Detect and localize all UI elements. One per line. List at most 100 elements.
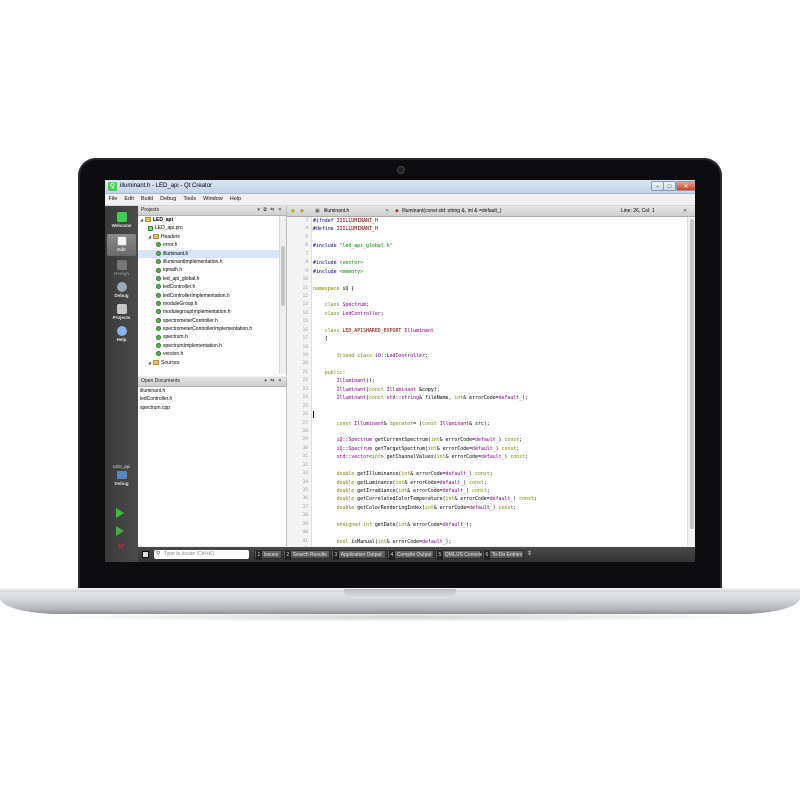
code-area[interactable]: #ifndef IQILLUMINANT_H #define IQILLUMINA… [313,217,685,562]
tree-item-file[interactable]: modulegroupImplementation.h [138,308,286,316]
code-line[interactable] [313,360,685,368]
code-line[interactable]: double getColorRenderingIndex(int& error… [313,504,685,512]
menu-debug[interactable]: Debug [157,194,180,205]
mode-debug[interactable]: Debug [107,280,136,302]
tree-item-file[interactable]: error.h [138,241,286,249]
more-tabs-icon[interactable]: ⇕ [527,550,532,557]
tree-item-folder[interactable]: ◢ Sources [138,359,286,367]
code-line[interactable]: iQ::Spectrum getTargetSpectrum(int& erro… [313,445,685,453]
output-tab-application-output[interactable]: 3 Application Output [331,550,386,560]
menu-window[interactable]: Window [200,194,227,205]
split-close-icon[interactable]: ✕ [683,206,687,216]
projects-pane-title[interactable]: Projects [141,207,159,213]
tree-item-file[interactable]: spectrum.h [138,333,286,341]
maximize-button[interactable]: □ [663,181,676,191]
tree-item-file[interactable]: ledController.h [138,283,286,291]
editor-scrollbar[interactable] [687,217,695,546]
cursor-position[interactable]: Line: 26, Col: 1 [621,206,655,216]
code-line[interactable] [313,293,685,301]
code-line[interactable]: const Illuminant& operator= (const Illum… [313,420,685,428]
code-line[interactable]: std::vector<int> getChannelValues(int& e… [313,453,685,461]
open-document-item[interactable]: spectrum.cpp [138,404,286,412]
output-tab-qml-console[interactable]: 5 QML/JS Console [435,550,483,560]
code-line[interactable]: { [313,335,685,343]
tree-item-file[interactable]: moduleGroup.h [138,300,286,308]
code-line[interactable]: friend class iQ::LedController; [313,352,685,360]
output-tab-compile-output[interactable]: 4 Compile Output [387,550,434,560]
output-tab-todo-entries[interactable]: 6 To-Do Entries [482,550,524,560]
toggle-sidebar-icon[interactable] [142,551,149,558]
code-line[interactable]: #ifndef IQILLUMINANT_H [313,217,685,225]
tree-item-file[interactable]: spectrometerController.h [138,317,286,325]
nav-back-icon[interactable]: ◆ [291,206,295,216]
build-hammer-icon[interactable]: ⚒ [117,543,124,551]
tree-scroll-thumb[interactable] [281,246,285,306]
code-line[interactable]: class LedController; [313,310,685,318]
menu-build[interactable]: Build [137,194,156,205]
locator-input[interactable]: ⚲ Type to locate (Ctrl+K) [154,550,249,559]
code-line[interactable]: double getIlluminance(int& errorCode=def… [313,470,685,478]
code-line[interactable]: double getIrradiance(int& errorCode=defa… [313,487,685,495]
tree-item-file[interactable]: illuminantImplementation.h [138,258,286,266]
code-line[interactable]: double getLuminance(int& errorCode=defau… [313,479,685,487]
code-line[interactable]: #include <vector> [313,259,685,267]
code-line[interactable] [313,276,685,284]
current-file-combo[interactable]: illuminant.h [324,206,349,216]
editor-scroll-thumb[interactable] [689,219,694,529]
tree-item-folder[interactable]: ◢ Headers [138,233,286,241]
code-line[interactable]: iQ::Spectrum getCurrentSpectrum(int& err… [313,436,685,444]
run-icon[interactable] [116,508,124,518]
code-line[interactable] [313,318,685,326]
menu-file[interactable]: File [105,194,121,205]
pane-toolbar-icons[interactable]: ▾ ⇆ ✕ [264,377,283,386]
code-line[interactable] [313,234,685,242]
code-line[interactable]: class LED_APISHARED_EXPORT Illuminant [313,327,685,335]
code-line[interactable]: Illuminant(const Illuminant &copy); [313,386,685,394]
tree-item-file[interactable]: led_api_global.h [138,275,286,283]
tree-scrollbar[interactable] [279,216,286,374]
code-line[interactable]: #define IQILLUMINANT_H [313,225,685,233]
tree-item-file[interactable]: spectrometerControllerImplementation.h [138,325,286,333]
code-line[interactable] [313,411,685,419]
open-documents-title[interactable]: Open Documents [141,378,180,384]
pane-toolbar-icons[interactable]: ▾ ⧉ ⇆ ✕ [257,206,283,215]
close-document-icon[interactable]: ✕ [385,206,389,216]
code-line[interactable]: class Spectrum; [313,301,685,309]
code-line[interactable] [313,344,685,352]
output-tab-issues[interactable]: 1 Issues [254,550,282,560]
tree-item-file[interactable]: version.h [138,350,286,358]
tree-item-pro[interactable]: LED_api.pro [138,224,286,232]
tree-item-file[interactable]: spectrumImplementation.h [138,342,286,350]
kit-selector[interactable]: LED_api Debug [107,464,136,486]
code-line[interactable] [313,462,685,470]
close-button[interactable]: ✕ [676,181,695,191]
code-line[interactable]: public: [313,369,685,377]
code-line[interactable]: Illuminant(); [313,377,685,385]
code-line[interactable]: #include "led_api_global.h" [313,242,685,250]
menu-tools[interactable]: Tools [180,194,200,205]
output-tab-search-results[interactable]: 2 Search Results [283,550,330,560]
nav-forward-icon[interactable]: ◆ [300,206,304,216]
code-line[interactable]: Illuminant(const std::string& fileName, … [313,394,685,402]
code-line[interactable]: #include <memory> [313,268,685,276]
tree-item-file[interactable]: iqmath.h [138,266,286,274]
menu-help[interactable]: Help [226,194,244,205]
code-line[interactable] [313,251,685,259]
tree-item-file[interactable]: illuminant.h [138,249,286,258]
code-line[interactable] [313,428,685,436]
open-document-item[interactable]: ledController.h [138,395,286,403]
mode-design[interactable]: Design [107,258,136,280]
code-line[interactable]: bool isManual(int& errorCode=default_); [313,538,685,546]
code-line[interactable]: double getCorrelatedColorTemperature(int… [313,495,685,503]
mode-projects[interactable]: Projects [107,302,136,324]
code-editor[interactable]: 3 4 5 6 7 8 9 10 11 12 13 14 15 16 17 18 19 20 21 22 23 24 25 2… [287,217,695,562]
mode-edit[interactable]: Edit [107,234,136,256]
tree-item-file[interactable]: ledControllerImplementation.h [138,292,286,300]
code-line[interactable] [313,403,685,411]
code-line[interactable] [313,529,685,537]
code-line[interactable]: unsigned int getDate(int& errorCode=defa… [313,521,685,529]
code-line[interactable]: namespace iQ { [313,285,685,293]
start-debugging-icon[interactable] [116,526,124,536]
menu-edit[interactable]: Edit [121,194,137,205]
mode-help[interactable]: Help [107,324,136,346]
